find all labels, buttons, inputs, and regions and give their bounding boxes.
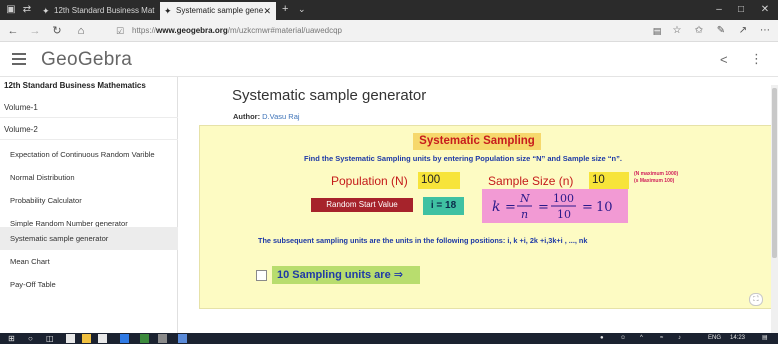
windows-taskbar: ⊞ ○ ◫ ● ☺ ^ ≈ ♪ ENG 14:23 ▤ <box>0 333 778 344</box>
language-indicator[interactable]: ENG <box>708 334 721 343</box>
scrollbar-thumb[interactable] <box>772 88 777 258</box>
windows-start-icon[interactable]: ⊞ <box>8 334 15 343</box>
refresh-icon[interactable]: ↻ <box>48 23 66 39</box>
geogebra-favicon-icon: ✦ <box>164 6 172 16</box>
sidebar-item-normal-distribution[interactable]: Normal Distribution <box>0 166 178 189</box>
fullscreen-icon[interactable]: ⛶ <box>749 293 763 306</box>
favorites-hub-icon[interactable]: ✩ <box>690 23 708 39</box>
home-icon[interactable]: ⌂ <box>72 23 90 39</box>
random-start-value: i = 18 <box>423 197 464 215</box>
svg-text:=: = <box>582 200 593 215</box>
store-app-icon[interactable] <box>66 334 75 343</box>
sample-size-input[interactable]: 10 <box>589 172 629 189</box>
sidebar-item-mean-chart[interactable]: Mean Chart <box>0 250 178 273</box>
maximize-icon[interactable]: □ <box>730 2 752 17</box>
app-icon[interactable] <box>98 334 107 343</box>
max-limits-note: (N maximum 1000) (s Maximum 100) <box>634 171 679 184</box>
sidebar-item-probability-calculator[interactable]: Probability Calculator <box>0 189 178 212</box>
applet-heading: Systematic Sampling <box>413 133 541 150</box>
tray-chevron-icon[interactable]: ^ <box>640 334 643 343</box>
random-start-button[interactable]: Random Start Value <box>311 198 413 212</box>
sample-size-label: Sample Size (n) <box>488 174 574 188</box>
sidebar-item-expectation[interactable]: Expectation of Continuous Random Varible <box>0 143 178 166</box>
subsequent-positions-text: The subsequent sampling units are the un… <box>258 236 588 245</box>
volume-icon[interactable]: ♪ <box>678 334 681 343</box>
geogebra-header: GeoGebra < ⋮ <box>0 43 778 77</box>
formula-denominator: 10 <box>557 208 571 221</box>
reading-view-icon[interactable]: ▤ <box>648 23 666 39</box>
tab-label: 12th Standard Business Mat <box>54 6 155 15</box>
tab-label: Systematic sample gene <box>176 6 264 15</box>
url-field[interactable]: ☑ https://www.geogebra.org/m/uzkcmwr#mat… <box>108 23 478 39</box>
close-window-icon[interactable]: ✕ <box>754 2 776 17</box>
network-icon[interactable]: ● <box>600 334 604 343</box>
sampling-interval-formula: k = N n = 100 10 = 10 <box>482 189 628 223</box>
file-explorer-icon[interactable] <box>82 334 91 343</box>
formula-n: n <box>521 208 528 221</box>
vertical-dots-icon[interactable]: ⋮ <box>750 51 763 67</box>
clock[interactable]: 14:23 <box>730 334 745 343</box>
svg-text:=: = <box>538 200 549 215</box>
excel-icon[interactable] <box>140 334 149 343</box>
formula-k: k <box>492 199 500 215</box>
sidebar-volume-2[interactable]: Volume-2 <box>0 119 178 140</box>
geogebra-favicon-icon: ✦ <box>42 6 50 16</box>
population-label: Population (N) <box>331 174 408 188</box>
edge-browser-icon[interactable] <box>120 334 129 343</box>
forward-arrow-icon[interactable]: → <box>26 23 44 39</box>
sidebar-item-systematic-sample[interactable]: Systematic sample generator <box>0 227 178 250</box>
sidebar-volume-1[interactable]: Volume-1 <box>0 97 178 118</box>
pen-icon[interactable]: ✎ <box>712 23 730 39</box>
author-line: Author: D.Vasu Raj <box>233 112 300 121</box>
formula-N: N <box>519 192 530 205</box>
svg-text:=: = <box>505 200 516 215</box>
tab-actions-icon[interactable]: ▣ <box>5 3 17 16</box>
tab-list-chevron-icon[interactable]: ⌄ <box>298 3 306 16</box>
geogebra-applet: Systematic Sampling Find the Systematic … <box>199 125 773 309</box>
url-text: https://www.geogebra.org/m/uzkcmwr#mater… <box>132 26 342 35</box>
search-icon[interactable]: ○ <box>28 334 33 343</box>
sampling-units-label[interactable]: 10 Sampling units are ⇒ <box>272 266 420 284</box>
new-tab-icon[interactable]: + <box>282 3 288 16</box>
share-page-icon[interactable]: ↗ <box>734 23 752 39</box>
back-arrow-icon[interactable]: ← <box>4 23 22 39</box>
pinned-app-icon[interactable] <box>178 334 187 343</box>
tab-systematic-sample[interactable]: ✦ Systematic sample gene ✕ <box>160 2 276 20</box>
tab-business-mathematics[interactable]: ✦ 12th Standard Business Mat <box>38 2 156 20</box>
page-scrollbar[interactable] <box>771 85 778 333</box>
sidebar-item-pay-off-table[interactable]: Pay-Off Table <box>0 273 178 296</box>
geogebra-logo[interactable]: GeoGebra <box>41 49 132 71</box>
lock-icon: ☑ <box>116 26 125 36</box>
instructions-text: Find the Systematic Sampling units by en… <box>304 154 622 163</box>
wifi-icon[interactable]: ≈ <box>660 334 663 343</box>
population-input[interactable]: 100 <box>418 172 460 189</box>
set-aside-tabs-icon[interactable]: ⇄ <box>21 3 33 16</box>
book-sidebar: 12th Standard Business Mathematics Volum… <box>0 77 178 333</box>
task-view-icon[interactable]: ◫ <box>46 334 54 343</box>
show-units-checkbox[interactable] <box>256 270 267 281</box>
favorite-star-icon[interactable]: ☆ <box>668 23 686 39</box>
minimize-icon[interactable]: – <box>708 2 730 17</box>
author-link[interactable]: D.Vasu Raj <box>262 112 299 121</box>
notifications-icon[interactable]: ▤ <box>762 334 768 343</box>
browser-address-bar: ← → ↻ ⌂ ☑ https://www.geogebra.org/m/uzk… <box>0 20 778 42</box>
hamburger-menu-icon[interactable] <box>12 53 26 65</box>
share-icon[interactable]: < <box>720 52 728 67</box>
formula-numerator: 100 <box>553 192 574 205</box>
formula-result: 10 <box>596 200 613 215</box>
browser-tab-strip: ▣ ⇄ ✦ 12th Standard Business Mat ✦ Syste… <box>0 0 778 20</box>
page-title: Systematic sample generator <box>232 87 427 104</box>
close-tab-icon[interactable]: ✕ <box>263 2 271 20</box>
people-icon[interactable]: ☺ <box>620 334 626 343</box>
calculator-icon[interactable] <box>158 334 167 343</box>
book-title[interactable]: 12th Standard Business Mathematics <box>4 81 146 90</box>
more-options-icon[interactable]: ⋯ <box>756 23 774 39</box>
